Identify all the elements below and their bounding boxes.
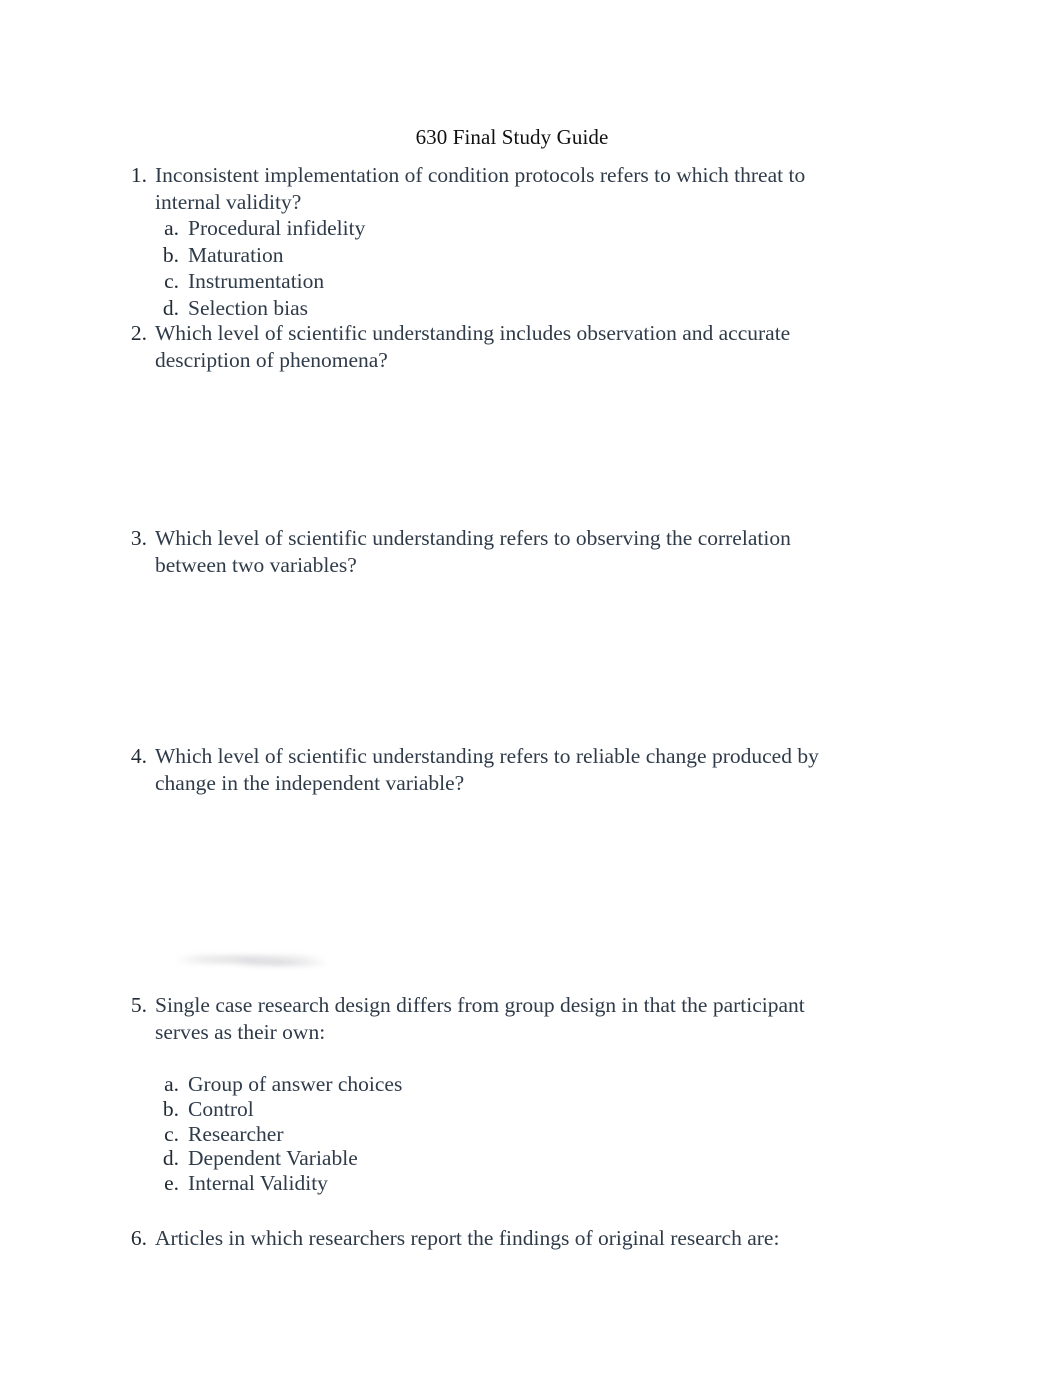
option-item[interactable]: d. Selection bias xyxy=(155,295,822,322)
question-block-1: 1. Inconsistent implementation of condit… xyxy=(122,162,822,321)
option-label: Internal Validity xyxy=(188,1171,328,1196)
option-label: Researcher xyxy=(188,1121,284,1146)
page-title: 630 Final Study Guide xyxy=(415,125,609,149)
question-number: 2. xyxy=(130,321,147,345)
question-item: 6. Articles in which researchers report … xyxy=(122,1225,822,1252)
question-item: 4. Which level of scientific understandi… xyxy=(122,743,822,796)
option-label: Selection bias xyxy=(188,295,309,320)
option-marker: b. xyxy=(162,1096,179,1121)
question-item: 3. Which level of scientific understandi… xyxy=(122,525,822,578)
question-number: 6. xyxy=(130,1226,147,1250)
option-marker: a. xyxy=(164,1072,179,1096)
option-list: a. Procedural infidelity b. Maturation c… xyxy=(122,215,822,321)
question-block-2: 2. Which level of scientific understandi… xyxy=(122,320,822,373)
option-label: Maturation xyxy=(188,242,284,267)
option-item[interactable]: b. Control xyxy=(155,1097,822,1122)
question-number: 5. xyxy=(130,993,147,1017)
scan-artifact-smudge xyxy=(176,955,326,964)
question-text: Which level of scientific understanding … xyxy=(155,321,791,372)
option-item[interactable]: c. Researcher xyxy=(155,1122,822,1147)
question-item: 5. Single case research design differs f… xyxy=(122,992,822,1045)
scan-artifact-smudge xyxy=(236,960,328,967)
option-marker: c. xyxy=(164,269,179,293)
option-label: Dependent Variable xyxy=(188,1146,358,1171)
question-number: 3. xyxy=(130,526,147,550)
option-label: Control xyxy=(188,1096,254,1121)
option-item[interactable]: b. Maturation xyxy=(155,242,822,269)
option-marker: e. xyxy=(164,1171,179,1196)
option-item[interactable]: d. Dependent Variable xyxy=(155,1146,822,1171)
option-marker: d. xyxy=(162,1146,179,1171)
option-label: Instrumentation xyxy=(188,269,325,293)
option-marker: c. xyxy=(164,1121,179,1146)
question-block-6: 6. Articles in which researchers report … xyxy=(122,1225,822,1252)
question-item: 1. Inconsistent implementation of condit… xyxy=(122,162,822,215)
option-item[interactable]: a. Procedural infidelity xyxy=(155,215,822,242)
question-text: Inconsistent implementation of condition… xyxy=(155,163,806,214)
option-label: Procedural infidelity xyxy=(188,216,366,240)
question-number: 4. xyxy=(130,744,147,768)
document-page: 630 Final Study Guide 1. Inconsistent im… xyxy=(0,0,1062,1377)
question-block-4: 4. Which level of scientific understandi… xyxy=(122,743,822,796)
question-text: Which level of scientific understanding … xyxy=(155,744,819,795)
option-label: Group of answer choices xyxy=(188,1072,403,1096)
option-list: a. Group of answer choices b. Control c.… xyxy=(122,1072,822,1196)
question-block-3: 3. Which level of scientific understandi… xyxy=(122,525,822,578)
option-item[interactable]: e. Internal Validity xyxy=(155,1171,822,1196)
option-marker: d. xyxy=(162,295,179,320)
option-marker: a. xyxy=(164,216,179,240)
question-item: 2. Which level of scientific understandi… xyxy=(122,320,822,373)
option-item[interactable]: c. Instrumentation xyxy=(155,268,822,295)
question-block-5: 5. Single case research design differs f… xyxy=(122,992,822,1045)
question-text: Single case research design differs from… xyxy=(155,993,805,1044)
question-5-option-list: a. Group of answer choices b. Control c.… xyxy=(122,1072,822,1196)
question-text: Articles in which researchers report the… xyxy=(155,1226,780,1250)
question-text: Which level of scientific understanding … xyxy=(155,526,791,577)
question-number: 1. xyxy=(130,163,147,187)
option-marker: b. xyxy=(162,242,179,267)
option-item[interactable]: a. Group of answer choices xyxy=(155,1072,822,1097)
